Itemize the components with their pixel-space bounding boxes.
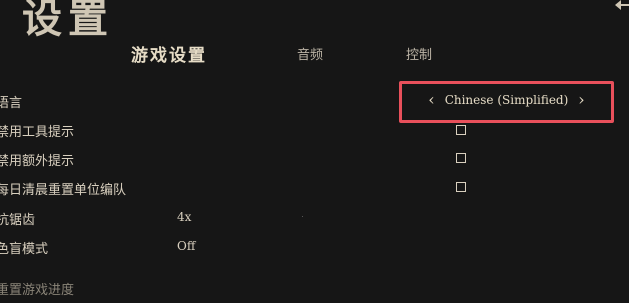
page-title: 设置	[22, 0, 114, 42]
back-arrow-icon[interactable]	[615, 0, 629, 10]
antialias-value[interactable]: 4x	[177, 210, 191, 224]
reset-progress-button[interactable]: 重置游戏进度	[0, 279, 74, 298]
colorblind-label: 色盲模式	[0, 242, 49, 257]
disable-tooltips-checkbox[interactable]	[456, 125, 466, 135]
colorblind-value[interactable]: Off	[177, 239, 195, 253]
tab-audio[interactable]: 音频	[297, 44, 323, 63]
reset-units-daily-checkbox[interactable]	[456, 182, 466, 192]
divider-dot	[302, 216, 303, 217]
tab-controls[interactable]: 控制	[406, 44, 432, 63]
chevron-right-icon[interactable]: ›	[578, 92, 584, 108]
disable-extra-tips-label: 禁用额外提示	[0, 154, 75, 169]
language-selector[interactable]: ‹ Chinese (Simplified) ›	[399, 81, 614, 123]
chevron-left-icon[interactable]: ‹	[428, 92, 434, 108]
reset-units-daily-label: 每日清晨重置单位编队	[0, 183, 127, 198]
language-label: 语言	[0, 96, 23, 111]
disable-tooltips-label: 禁用工具提示	[0, 125, 75, 140]
tab-game-settings[interactable]: 游戏设置	[131, 41, 207, 66]
antialias-label: 抗锯齿	[0, 213, 36, 228]
language-value: Chinese (Simplified)	[444, 93, 569, 107]
disable-extra-tips-checkbox[interactable]	[456, 153, 466, 163]
